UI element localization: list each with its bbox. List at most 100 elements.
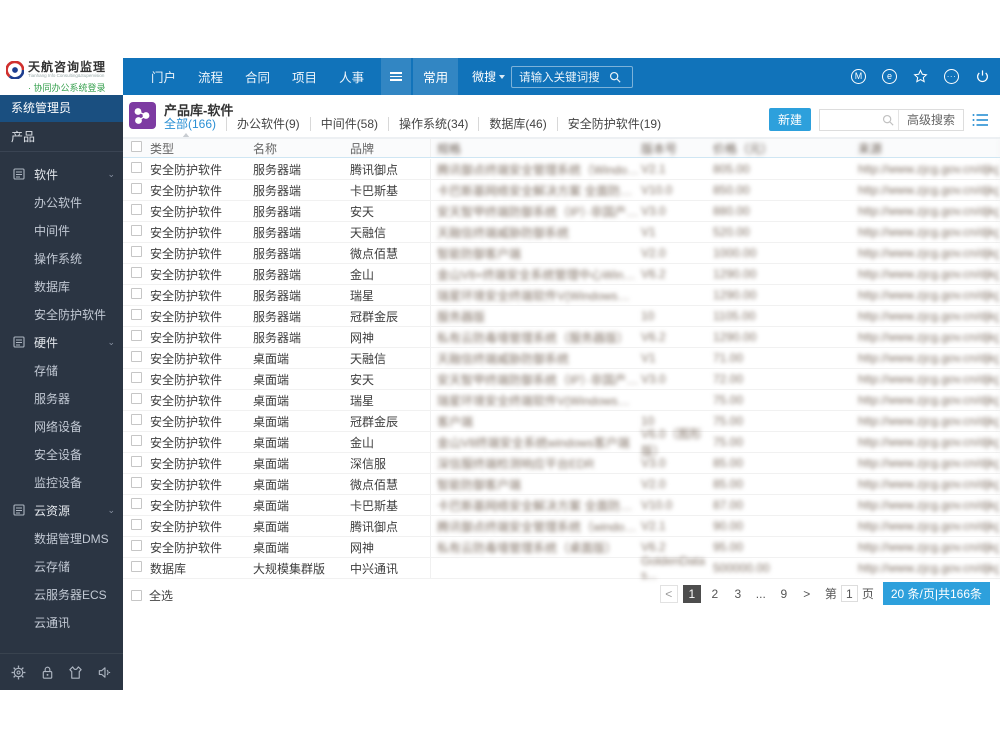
table-row[interactable]: 安全防护软件 桌面端 天融信 天融信终端威胁防御系统 V1 71.00 http…: [123, 348, 1000, 369]
table-row[interactable]: 安全防护软件 服务器端 瑞星 瑞星环境安全终端软件V(Windows版)·服务器…: [123, 285, 1000, 306]
row-checkbox[interactable]: [131, 288, 150, 302]
nav-quick-access[interactable]: 常用: [413, 58, 459, 95]
select-all-checkbox[interactable]: [131, 590, 142, 601]
page-button[interactable]: 3: [729, 585, 747, 603]
table-row[interactable]: 安全防护软件 桌面端 金山 金山V8终端安全系统windows客户端 V6.0（…: [123, 427, 1000, 458]
row-checkbox[interactable]: [131, 519, 150, 533]
table-row[interactable]: 安全防护软件 桌面端 网神 私有云防毒墙管理系统（桌面版） V6.2 95.00…: [123, 537, 1000, 558]
list-view-icon[interactable]: [972, 113, 988, 127]
row-checkbox[interactable]: [131, 435, 150, 449]
table-row[interactable]: 安全防护软件 服务器端 安天 安天智甲终端防御系统（IP）·非国产芯片版本 V3…: [123, 201, 1000, 222]
sidebar-subitem[interactable]: 云服务器ECS: [0, 580, 123, 608]
search-icon[interactable]: [882, 114, 894, 126]
category-tab[interactable]: 中间件(58): [311, 117, 390, 131]
sidebar-subitem[interactable]: 数据管理DMS: [0, 524, 123, 552]
next-page-button[interactable]: >: [798, 585, 816, 603]
table-row[interactable]: 安全防护软件 桌面端 冠群金辰 客户端 10 75.00 http://www.…: [123, 411, 1000, 432]
category-tab[interactable]: 安全防护软件(19): [558, 117, 671, 131]
table-search-input[interactable]: [819, 109, 878, 130]
category-tab[interactable]: 办公软件(9): [227, 117, 311, 131]
gear-icon[interactable]: [11, 665, 26, 680]
new-button[interactable]: 新建: [768, 108, 811, 131]
oa-login-link[interactable]: · 协同办公系统登录: [6, 81, 117, 94]
row-checkbox[interactable]: [131, 414, 150, 428]
sidebar-section[interactable]: 软件 ⌄: [0, 160, 123, 188]
table-row[interactable]: 安全防护软件 桌面端 安天 安天智甲终端防御系统（IP）·非国产芯片版本 V3.…: [123, 369, 1000, 390]
sidebar-subitem[interactable]: 服务器: [0, 384, 123, 412]
table-row[interactable]: 安全防护软件 服务器端 微点佰慧 智能防御客户端 V2.0 1000.00 ht…: [123, 243, 1000, 264]
sidebar-section[interactable]: 硬件 ⌄: [0, 328, 123, 356]
more-icon[interactable]: ···: [944, 69, 959, 84]
favorites-star-icon[interactable]: [913, 69, 928, 84]
message-m-icon[interactable]: M: [851, 69, 866, 84]
row-checkbox[interactable]: [131, 183, 150, 197]
row-checkbox[interactable]: [131, 162, 150, 176]
sound-icon[interactable]: [97, 665, 112, 680]
theme-shirt-icon[interactable]: [68, 665, 83, 680]
nav-item[interactable]: 合同: [234, 58, 281, 95]
row-checkbox[interactable]: [131, 372, 150, 386]
ecology-e-icon[interactable]: e: [882, 69, 897, 84]
row-checkbox[interactable]: [131, 477, 150, 491]
table-row[interactable]: 数据库 大规模集群版 中兴通讯 GoldenData s... 500000.0…: [123, 554, 1000, 582]
sidebar-subitem[interactable]: 安全设备: [0, 440, 123, 468]
sidebar-subitem[interactable]: 操作系统: [0, 244, 123, 272]
nav-menu-button[interactable]: [381, 58, 412, 95]
sidebar-subitem[interactable]: 云通讯: [0, 608, 123, 636]
page-size-summary[interactable]: 20 条/页|共166条: [882, 582, 990, 605]
row-checkbox[interactable]: [131, 498, 150, 512]
row-checkbox[interactable]: [131, 540, 150, 554]
row-checkbox[interactable]: [131, 204, 150, 218]
table-row[interactable]: 安全防护软件 桌面端 深信服 深信服终端检测响应平台EDR V3.0 85.00…: [123, 453, 1000, 474]
page-button[interactable]: 1: [682, 584, 701, 603]
table-row[interactable]: 安全防护软件 服务器端 天融信 天融信终端威胁防御系统 V1 520.00 ht…: [123, 222, 1000, 243]
category-tab[interactable]: 数据库(46): [479, 117, 558, 131]
top-search-input[interactable]: 请输入关键词搜: [511, 65, 633, 88]
page-button[interactable]: 9: [775, 585, 793, 603]
category-tab[interactable]: 操作系统(34): [389, 117, 480, 131]
row-checkbox[interactable]: [131, 561, 150, 575]
table-row[interactable]: 安全防护软件 服务器端 金山 金山V8+终端安全系统管理中心Windows版服务…: [123, 264, 1000, 285]
page-button[interactable]: 2: [706, 585, 724, 603]
column-header-type: 类型: [150, 141, 175, 156]
table-row[interactable]: 安全防护软件 服务器端 网神 私有云防毒墙管理系统（服务器版） V6.2 129…: [123, 327, 1000, 348]
power-icon[interactable]: [975, 69, 990, 84]
table-row[interactable]: 安全防护软件 服务器端 腾讯御点 腾讯御点终端安全管理系统（Windows版） …: [123, 159, 1000, 180]
nav-item[interactable]: 人事: [328, 58, 375, 95]
prev-page-button[interactable]: <: [659, 584, 678, 603]
category-tab[interactable]: 全部(166): [164, 117, 228, 138]
sidebar-subitem[interactable]: 网络设备: [0, 412, 123, 440]
sidebar-subitem[interactable]: 存储: [0, 356, 123, 384]
row-checkbox[interactable]: [131, 456, 150, 470]
row-checkbox[interactable]: [131, 330, 150, 344]
cell-version: V2.1: [641, 162, 666, 176]
nav-item[interactable]: 门户: [140, 58, 187, 95]
table-row[interactable]: 安全防护软件 桌面端 腾讯御点 腾讯御点终端安全管理系统（windows版）V2…: [123, 516, 1000, 537]
nav-item[interactable]: 流程: [187, 58, 234, 95]
row-checkbox[interactable]: [131, 246, 150, 260]
row-checkbox[interactable]: [131, 393, 150, 407]
sidebar-section[interactable]: 云资源 ⌄: [0, 496, 123, 524]
select-all-header-checkbox[interactable]: [131, 141, 150, 155]
table-row[interactable]: 安全防护软件 服务器端 冠群金辰 服务器版 10 1105.00 http://…: [123, 306, 1000, 327]
sidebar-subitem[interactable]: 数据库: [0, 272, 123, 300]
table-row[interactable]: 安全防护软件 服务器端 卡巴斯基 卡巴斯基网络安全解决方案 全面防护版 针对信息…: [123, 180, 1000, 201]
sidebar-subitem[interactable]: 安全防护软件: [0, 300, 123, 328]
row-checkbox[interactable]: [131, 351, 150, 365]
micro-search-dropdown[interactable]: 微搜: [472, 68, 506, 85]
table-row[interactable]: 安全防护软件 桌面端 微点佰慧 智能防御客户端 V2.0 85.00 http:…: [123, 474, 1000, 495]
advanced-search-button[interactable]: 高级搜索: [897, 109, 963, 130]
row-checkbox[interactable]: [131, 309, 150, 323]
table-row[interactable]: 安全防护软件 桌面端 瑞星 瑞星环境安全终端软件V(Windows版)·桌面版 …: [123, 390, 1000, 411]
sidebar-subitem[interactable]: 云存储: [0, 552, 123, 580]
lock-icon[interactable]: [40, 665, 55, 680]
sidebar-subitem[interactable]: 办公软件: [0, 188, 123, 216]
jump-page-input[interactable]: 1: [840, 585, 858, 602]
sidebar-subitem[interactable]: 监控设备: [0, 468, 123, 496]
cell-version: V1: [641, 351, 656, 365]
row-checkbox[interactable]: [131, 225, 150, 239]
table-row[interactable]: 安全防护软件 桌面端 卡巴斯基 卡巴斯基网络安全解决方案 全面防护版·标准版（+…: [123, 495, 1000, 516]
sidebar-subitem[interactable]: 中间件: [0, 216, 123, 244]
row-checkbox[interactable]: [131, 267, 150, 281]
nav-item[interactable]: 项目: [281, 58, 328, 95]
